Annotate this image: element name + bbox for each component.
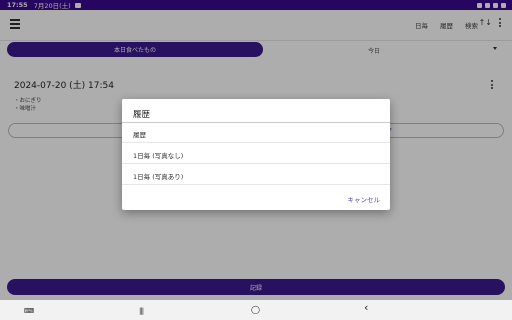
dialog-option-history[interactable]: 履歴 <box>122 123 390 143</box>
keyboard-icon[interactable]: ⌨ <box>24 306 34 316</box>
navigation-bar: ⌨ ||| ◯ ‹ <box>0 300 512 320</box>
recents-icon[interactable]: ||| <box>139 306 144 316</box>
option-label: 履歴 <box>133 131 146 139</box>
home-icon[interactable]: ◯ <box>251 305 260 315</box>
dialog-option-daily-no-photo[interactable]: 1日毎 (写真なし) <box>122 144 390 164</box>
history-dialog: 履歴 履歴 1日毎 (写真なし) 1日毎 (写真あり) キャンセル <box>122 99 390 210</box>
option-label: 1日毎 (写真なし) <box>133 152 184 160</box>
cancel-button[interactable]: キャンセル <box>348 194 381 204</box>
dialog-option-daily-photo[interactable]: 1日毎 (写真あり) <box>122 165 390 185</box>
option-label: 1日毎 (写真あり) <box>133 173 184 181</box>
dialog-title: 履歴 <box>133 110 151 120</box>
back-icon[interactable]: ‹ <box>364 302 368 313</box>
